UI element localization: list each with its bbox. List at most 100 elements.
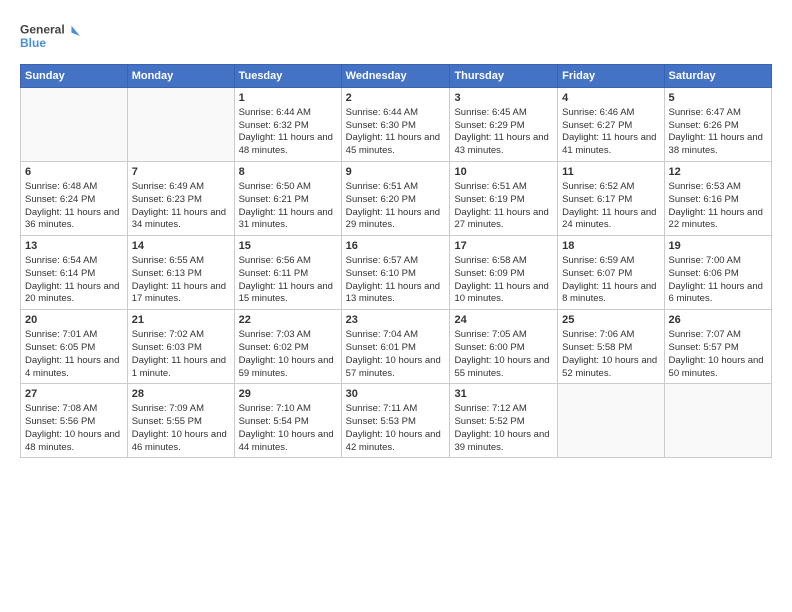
day-info: Sunrise: 6:48 AMSunset: 6:24 PMDaylight:…: [25, 181, 123, 232]
day-number: 17: [454, 239, 553, 254]
day-info: Sunrise: 6:57 AMSunset: 6:10 PMDaylight:…: [346, 255, 446, 306]
day-cell: 16Sunrise: 6:57 AMSunset: 6:10 PMDayligh…: [341, 236, 450, 310]
day-info: Sunrise: 6:44 AMSunset: 6:30 PMDaylight:…: [346, 107, 446, 158]
day-info: Sunrise: 7:09 AMSunset: 5:55 PMDaylight:…: [132, 403, 230, 454]
day-info: Sunrise: 7:02 AMSunset: 6:03 PMDaylight:…: [132, 329, 230, 380]
day-number: 25: [562, 313, 659, 328]
day-info: Sunrise: 6:51 AMSunset: 6:19 PMDaylight:…: [454, 181, 553, 232]
day-number: 6: [25, 165, 123, 180]
week-row-3: 13Sunrise: 6:54 AMSunset: 6:14 PMDayligh…: [21, 236, 772, 310]
day-number: 15: [239, 239, 337, 254]
day-cell: 20Sunrise: 7:01 AMSunset: 6:05 PMDayligh…: [21, 310, 128, 384]
day-number: 7: [132, 165, 230, 180]
week-row-5: 27Sunrise: 7:08 AMSunset: 5:56 PMDayligh…: [21, 384, 772, 458]
day-cell: [558, 384, 664, 458]
day-cell: 22Sunrise: 7:03 AMSunset: 6:02 PMDayligh…: [234, 310, 341, 384]
day-cell: 26Sunrise: 7:07 AMSunset: 5:57 PMDayligh…: [664, 310, 771, 384]
day-cell: 14Sunrise: 6:55 AMSunset: 6:13 PMDayligh…: [127, 236, 234, 310]
day-info: Sunrise: 7:05 AMSunset: 6:00 PMDaylight:…: [454, 329, 553, 380]
week-row-1: 1Sunrise: 6:44 AMSunset: 6:32 PMDaylight…: [21, 88, 772, 162]
day-number: 16: [346, 239, 446, 254]
day-cell: 13Sunrise: 6:54 AMSunset: 6:14 PMDayligh…: [21, 236, 128, 310]
day-number: 23: [346, 313, 446, 328]
day-cell: 30Sunrise: 7:11 AMSunset: 5:53 PMDayligh…: [341, 384, 450, 458]
day-number: 20: [25, 313, 123, 328]
day-cell: 4Sunrise: 6:46 AMSunset: 6:27 PMDaylight…: [558, 88, 664, 162]
weekday-header-sunday: Sunday: [21, 65, 128, 88]
day-cell: 2Sunrise: 6:44 AMSunset: 6:30 PMDaylight…: [341, 88, 450, 162]
day-info: Sunrise: 6:49 AMSunset: 6:23 PMDaylight:…: [132, 181, 230, 232]
day-info: Sunrise: 7:08 AMSunset: 5:56 PMDaylight:…: [25, 403, 123, 454]
day-number: 28: [132, 387, 230, 402]
day-info: Sunrise: 6:58 AMSunset: 6:09 PMDaylight:…: [454, 255, 553, 306]
day-number: 31: [454, 387, 553, 402]
day-cell: 19Sunrise: 7:00 AMSunset: 6:06 PMDayligh…: [664, 236, 771, 310]
weekday-header-row: SundayMondayTuesdayWednesdayThursdayFrid…: [21, 65, 772, 88]
day-number: 1: [239, 91, 337, 106]
weekday-header-saturday: Saturday: [664, 65, 771, 88]
day-cell: 11Sunrise: 6:52 AMSunset: 6:17 PMDayligh…: [558, 162, 664, 236]
day-info: Sunrise: 6:45 AMSunset: 6:29 PMDaylight:…: [454, 107, 553, 158]
day-cell: 31Sunrise: 7:12 AMSunset: 5:52 PMDayligh…: [450, 384, 558, 458]
day-cell: [664, 384, 771, 458]
day-info: Sunrise: 6:56 AMSunset: 6:11 PMDaylight:…: [239, 255, 337, 306]
day-number: 26: [669, 313, 767, 328]
day-number: 11: [562, 165, 659, 180]
day-number: 13: [25, 239, 123, 254]
day-info: Sunrise: 7:12 AMSunset: 5:52 PMDaylight:…: [454, 403, 553, 454]
day-info: Sunrise: 6:51 AMSunset: 6:20 PMDaylight:…: [346, 181, 446, 232]
week-row-4: 20Sunrise: 7:01 AMSunset: 6:05 PMDayligh…: [21, 310, 772, 384]
day-cell: 9Sunrise: 6:51 AMSunset: 6:20 PMDaylight…: [341, 162, 450, 236]
day-cell: 25Sunrise: 7:06 AMSunset: 5:58 PMDayligh…: [558, 310, 664, 384]
day-cell: 29Sunrise: 7:10 AMSunset: 5:54 PMDayligh…: [234, 384, 341, 458]
day-number: 29: [239, 387, 337, 402]
day-number: 21: [132, 313, 230, 328]
day-number: 18: [562, 239, 659, 254]
day-number: 4: [562, 91, 659, 106]
day-number: 24: [454, 313, 553, 328]
day-info: Sunrise: 6:47 AMSunset: 6:26 PMDaylight:…: [669, 107, 767, 158]
day-info: Sunrise: 7:06 AMSunset: 5:58 PMDaylight:…: [562, 329, 659, 380]
day-cell: 23Sunrise: 7:04 AMSunset: 6:01 PMDayligh…: [341, 310, 450, 384]
day-info: Sunrise: 6:46 AMSunset: 6:27 PMDaylight:…: [562, 107, 659, 158]
day-info: Sunrise: 7:00 AMSunset: 6:06 PMDaylight:…: [669, 255, 767, 306]
logo: General Blue: [20, 16, 80, 56]
day-cell: 7Sunrise: 6:49 AMSunset: 6:23 PMDaylight…: [127, 162, 234, 236]
day-info: Sunrise: 7:10 AMSunset: 5:54 PMDaylight:…: [239, 403, 337, 454]
day-info: Sunrise: 6:52 AMSunset: 6:17 PMDaylight:…: [562, 181, 659, 232]
day-number: 2: [346, 91, 446, 106]
day-number: 10: [454, 165, 553, 180]
day-number: 12: [669, 165, 767, 180]
day-number: 19: [669, 239, 767, 254]
day-cell: 24Sunrise: 7:05 AMSunset: 6:00 PMDayligh…: [450, 310, 558, 384]
day-number: 30: [346, 387, 446, 402]
day-cell: [21, 88, 128, 162]
day-cell: 10Sunrise: 6:51 AMSunset: 6:19 PMDayligh…: [450, 162, 558, 236]
day-cell: 3Sunrise: 6:45 AMSunset: 6:29 PMDaylight…: [450, 88, 558, 162]
week-row-2: 6Sunrise: 6:48 AMSunset: 6:24 PMDaylight…: [21, 162, 772, 236]
day-cell: 28Sunrise: 7:09 AMSunset: 5:55 PMDayligh…: [127, 384, 234, 458]
day-number: 8: [239, 165, 337, 180]
day-cell: [127, 88, 234, 162]
day-number: 3: [454, 91, 553, 106]
day-cell: 5Sunrise: 6:47 AMSunset: 6:26 PMDaylight…: [664, 88, 771, 162]
day-cell: 17Sunrise: 6:58 AMSunset: 6:09 PMDayligh…: [450, 236, 558, 310]
day-info: Sunrise: 6:44 AMSunset: 6:32 PMDaylight:…: [239, 107, 337, 158]
day-info: Sunrise: 7:03 AMSunset: 6:02 PMDaylight:…: [239, 329, 337, 380]
day-info: Sunrise: 6:59 AMSunset: 6:07 PMDaylight:…: [562, 255, 659, 306]
day-cell: 6Sunrise: 6:48 AMSunset: 6:24 PMDaylight…: [21, 162, 128, 236]
svg-text:General: General: [20, 22, 65, 36]
day-number: 5: [669, 91, 767, 106]
day-info: Sunrise: 6:53 AMSunset: 6:16 PMDaylight:…: [669, 181, 767, 232]
day-info: Sunrise: 7:07 AMSunset: 5:57 PMDaylight:…: [669, 329, 767, 380]
day-cell: 15Sunrise: 6:56 AMSunset: 6:11 PMDayligh…: [234, 236, 341, 310]
day-info: Sunrise: 6:54 AMSunset: 6:14 PMDaylight:…: [25, 255, 123, 306]
day-cell: 1Sunrise: 6:44 AMSunset: 6:32 PMDaylight…: [234, 88, 341, 162]
page: General Blue SundayMondayTuesdayWednesda…: [0, 0, 792, 468]
weekday-header-wednesday: Wednesday: [341, 65, 450, 88]
day-info: Sunrise: 7:11 AMSunset: 5:53 PMDaylight:…: [346, 403, 446, 454]
weekday-header-thursday: Thursday: [450, 65, 558, 88]
day-number: 27: [25, 387, 123, 402]
logo-svg: General Blue: [20, 16, 80, 56]
day-info: Sunrise: 7:01 AMSunset: 6:05 PMDaylight:…: [25, 329, 123, 380]
